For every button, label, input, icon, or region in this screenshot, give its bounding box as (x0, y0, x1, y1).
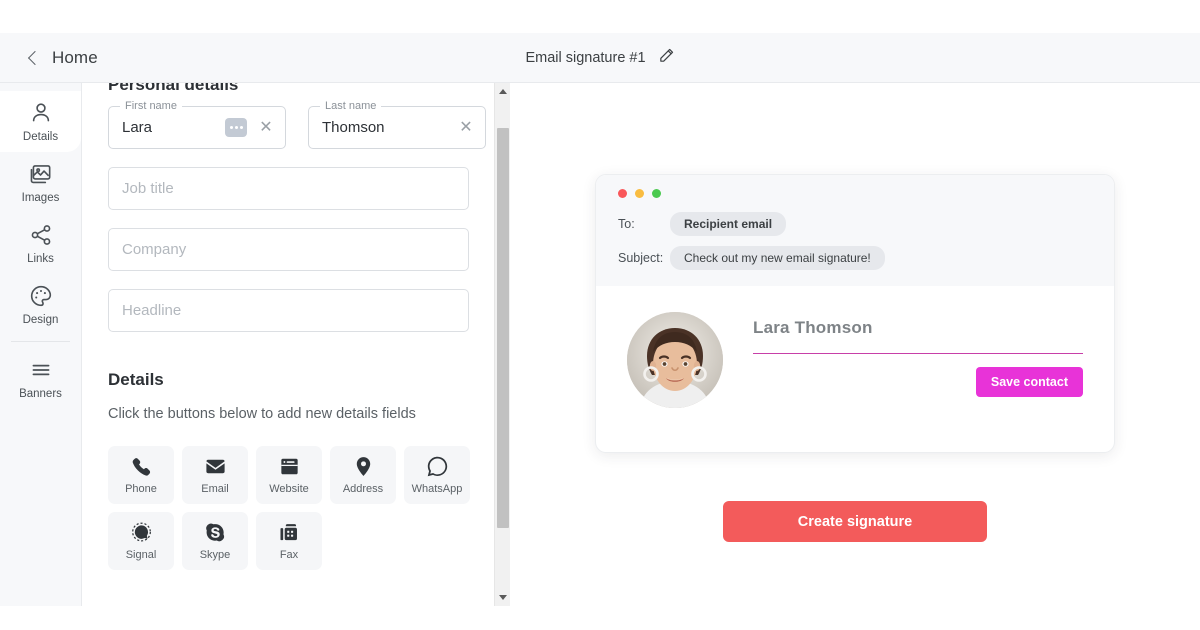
map-pin-icon (352, 455, 375, 479)
subject-label: Subject: (618, 251, 664, 265)
company-input[interactable]: Company (108, 228, 469, 271)
to-row: To: Recipient email (618, 212, 1092, 236)
sidebar-item-label: Images (21, 192, 60, 204)
chip-label: Address (342, 483, 384, 495)
detail-field-buttons: Phone Email Website Address WhatsApp Sig… (108, 446, 490, 570)
details-form-content: Personal details First name Lara ✕ Last … (82, 83, 510, 570)
details-heading: Details (108, 370, 164, 389)
personal-details-heading-clip: Personal details (108, 83, 510, 95)
to-label: To: (618, 217, 635, 231)
browser-icon (278, 455, 301, 479)
chip-label: Fax (279, 549, 299, 561)
left-sidebar: Details Images Links Design Banners (0, 83, 82, 606)
document-title-group: Email signature #1 (0, 47, 1200, 69)
app-header: Home Email signature #1 (0, 33, 1200, 83)
scroll-down-button[interactable] (495, 589, 511, 606)
job-title-input[interactable]: Job title (108, 167, 469, 210)
pencil-icon[interactable] (658, 47, 675, 69)
sidebar-item-design[interactable]: Design (0, 274, 81, 335)
fax-icon (278, 521, 301, 545)
add-website-button[interactable]: Website (256, 446, 322, 504)
form-scrollbar[interactable] (494, 83, 510, 606)
whatsapp-icon (426, 455, 449, 479)
app-body: Details Images Links Design Banners Pers… (0, 83, 1200, 606)
sidebar-item-details[interactable]: Details (0, 91, 81, 152)
caret-down-icon (498, 595, 507, 600)
phone-icon (130, 455, 153, 479)
back-to-home-button[interactable]: Home (27, 47, 98, 68)
skype-icon (204, 521, 227, 545)
add-skype-button[interactable]: Skype (182, 512, 248, 570)
first-name-label: First name (120, 100, 182, 112)
signal-icon (130, 521, 153, 545)
create-signature-button[interactable]: Create signature (723, 501, 987, 542)
signature-divider (753, 353, 1083, 354)
add-phone-button[interactable]: Phone (108, 446, 174, 504)
chip-label: Signal (125, 549, 157, 561)
share-icon (28, 222, 54, 248)
close-icon[interactable]: ✕ (255, 119, 277, 136)
maximize-light-icon (652, 189, 661, 198)
sidebar-item-label: Details (22, 131, 59, 143)
ellipsis-badge-icon[interactable] (225, 118, 247, 137)
chip-label: Website (269, 483, 309, 495)
last-name-label: Last name (320, 100, 382, 112)
caret-up-icon (498, 89, 507, 94)
lines-icon (28, 357, 54, 383)
sidebar-item-label: Links (27, 253, 54, 265)
details-subtext: Click the buttons below to add new detai… (108, 406, 416, 422)
scroll-up-button[interactable] (495, 83, 511, 100)
avatar (627, 312, 723, 408)
last-name-field[interactable]: Last name Thomson ✕ (308, 100, 486, 149)
signature-actions: Save contact (753, 367, 1083, 397)
add-address-button[interactable]: Address (330, 446, 396, 504)
details-form-panel: Personal details First name Lara ✕ Last … (82, 83, 510, 606)
back-to-home-label: Home (52, 47, 98, 67)
sidebar-item-label: Banners (19, 388, 62, 400)
subject-row: Subject: Check out my new email signatur… (618, 246, 1092, 270)
page-title: Personal details (108, 83, 239, 94)
subject-pill[interactable]: Check out my new email signature! (670, 246, 885, 270)
add-fax-button[interactable]: Fax (256, 512, 322, 570)
add-whatsapp-button[interactable]: WhatsApp (404, 446, 470, 504)
image-icon (28, 161, 54, 187)
name-row: First name Lara ✕ Last name Thomson ✕ (108, 100, 510, 149)
close-icon[interactable]: ✕ (455, 119, 477, 136)
browser-chrome-strip (0, 0, 1200, 33)
sidebar-divider (11, 341, 70, 342)
minimize-light-icon (635, 189, 644, 198)
document-title[interactable]: Email signature #1 (525, 50, 645, 66)
add-signal-button[interactable]: Signal (108, 512, 174, 570)
scrollbar-thumb[interactable] (496, 128, 509, 528)
chip-label: Skype (199, 549, 231, 561)
sidebar-item-label: Design (22, 314, 59, 326)
last-name-value: Thomson (322, 119, 385, 136)
chip-label: WhatsApp (411, 483, 463, 495)
email-preview-card: To: Recipient email Subject: Check out m… (595, 174, 1115, 453)
envelope-icon (204, 455, 227, 479)
email-preview-header: To: Recipient email Subject: Check out m… (596, 175, 1114, 286)
save-contact-button[interactable]: Save contact (975, 367, 1083, 397)
first-name-value: Lara (122, 119, 153, 136)
signature-name: Lara Thomson (753, 318, 873, 337)
headline-input[interactable]: Headline (108, 289, 469, 332)
sidebar-item-banners[interactable]: Banners (0, 348, 81, 409)
sidebar-item-links[interactable]: Links (0, 213, 81, 274)
first-name-field[interactable]: First name Lara ✕ (108, 100, 286, 149)
window-traffic-lights (618, 189, 1092, 198)
chevron-left-icon (27, 50, 43, 65)
chip-label: Phone (125, 483, 157, 495)
palette-icon (28, 283, 54, 309)
scrollbar-track[interactable] (495, 100, 511, 589)
portrait-photo (627, 312, 723, 408)
recipient-email-pill[interactable]: Recipient email (670, 212, 787, 236)
close-light-icon (618, 189, 627, 198)
signature-preview-panel: To: Recipient email Subject: Check out m… (510, 83, 1200, 606)
sidebar-item-images[interactable]: Images (0, 152, 81, 213)
user-icon (28, 100, 54, 126)
signature-details: Lara Thomson Save contact (753, 312, 1083, 408)
add-email-button[interactable]: Email (182, 446, 248, 504)
signature-block: Lara Thomson Save contact (596, 286, 1114, 452)
chip-label: Email (201, 483, 229, 495)
